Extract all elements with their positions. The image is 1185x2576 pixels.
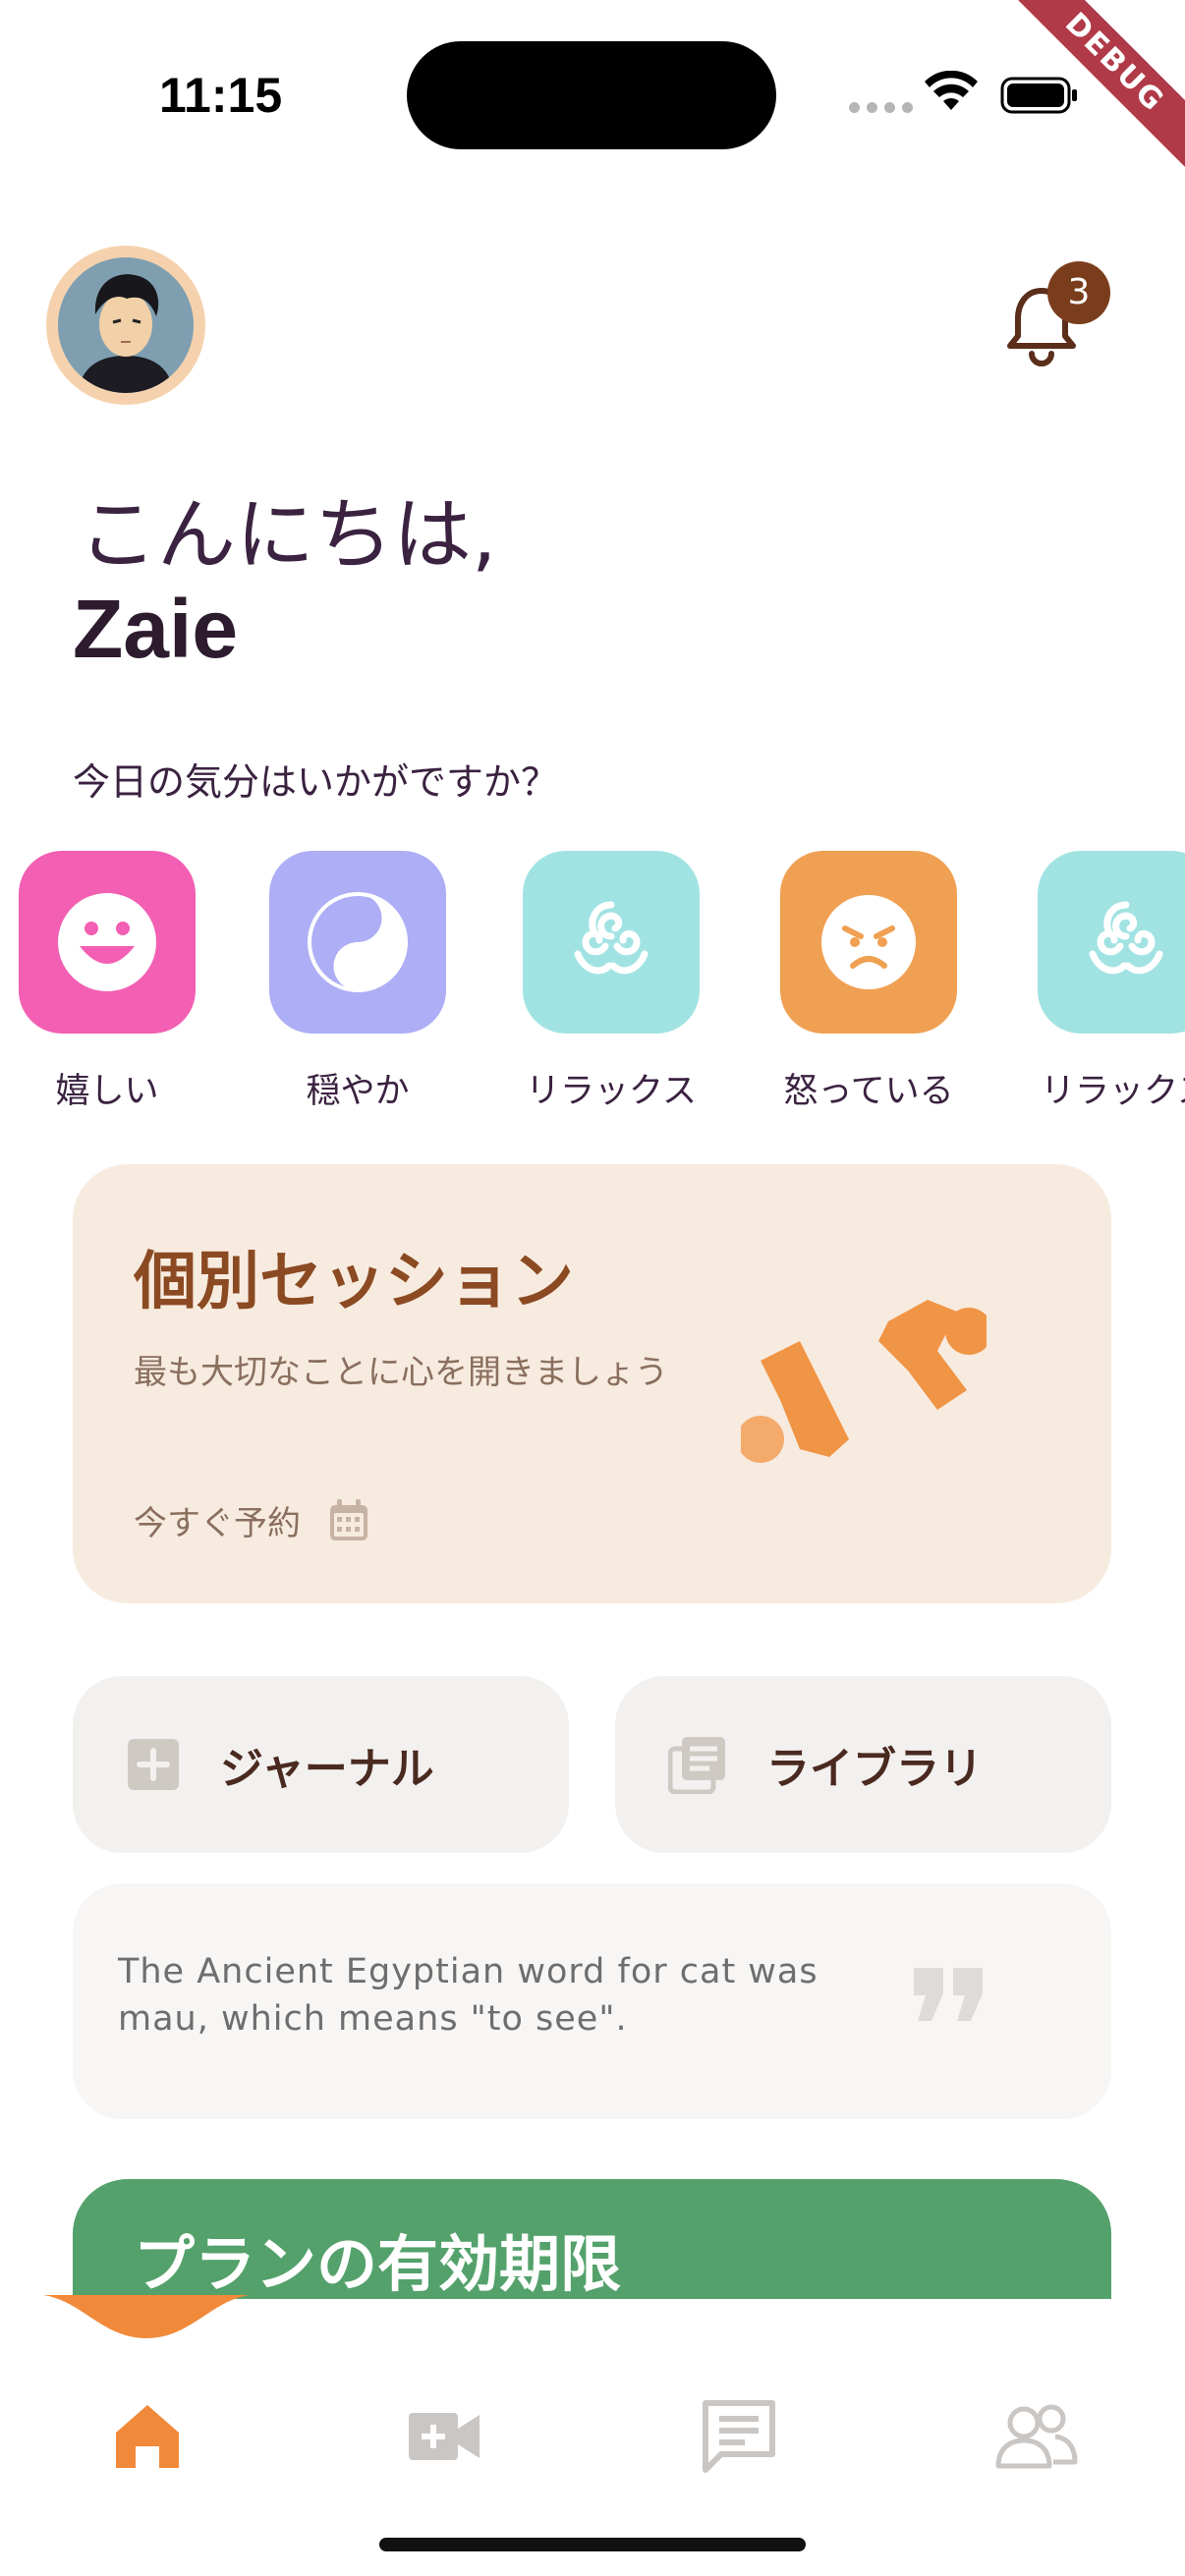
- mood-tile: [269, 851, 446, 1034]
- mood-tile: [780, 851, 957, 1034]
- mood-label: 嬉しい: [55, 1072, 159, 1111]
- avatar[interactable]: [46, 246, 205, 405]
- plan-title: プランの有効期限: [134, 2228, 622, 2300]
- mood-tile: [523, 851, 700, 1034]
- greeting-text: こんにちは,: [79, 489, 497, 581]
- mood-tile: [1038, 851, 1185, 1034]
- smile-face-icon: [58, 893, 156, 991]
- mood-label: 怒っている: [783, 1072, 954, 1111]
- bottom-navigation: [0, 2295, 1185, 2576]
- people-talking-illustration: [741, 1300, 987, 1463]
- session-title: 個別セッション: [134, 1246, 574, 1318]
- triple-spiral-icon: [574, 901, 649, 975]
- cellular-signal-icon: [849, 102, 913, 113]
- status-time: 11:15: [159, 68, 283, 123]
- journal-button[interactable]: ジャーナル: [73, 1676, 569, 1853]
- status-bar: 11:15 DEBUG: [0, 0, 1185, 187]
- session-subtitle: 最も大切なことに心を開きましょう: [134, 1353, 668, 1392]
- mood-question: 今日の気分はいかがですか？: [73, 760, 559, 804]
- mood-label: リラックス: [1041, 1072, 1185, 1111]
- chat-icon[interactable]: [700, 2397, 778, 2476]
- wifi-icon: [925, 71, 978, 110]
- quote-icon: [914, 1968, 983, 2021]
- mood-item-angry[interactable]: 怒っている: [780, 851, 957, 1113]
- book-now-link[interactable]: 今すぐ予約: [134, 1496, 369, 1544]
- username: Zaie: [73, 583, 239, 675]
- journal-label: ジャーナル: [220, 1744, 434, 1794]
- dynamic-island: [407, 41, 776, 149]
- community-icon[interactable]: [994, 2397, 1079, 2476]
- library-label: ライブラリ: [766, 1744, 983, 1794]
- home-icon[interactable]: [108, 2397, 187, 2476]
- home-indicator[interactable]: [379, 2538, 806, 2551]
- quote-text: The Ancient Egyptian word for cat was ma…: [118, 1952, 818, 2039]
- mood-item-relax-2[interactable]: リラックス: [1038, 851, 1185, 1113]
- triple-spiral-icon: [1089, 901, 1163, 975]
- mood-label: 穏やか: [306, 1072, 410, 1111]
- calendar-icon: [330, 1498, 367, 1540]
- angry-face-icon: [821, 895, 916, 989]
- individual-session-card[interactable]: 個別セッション 最も大切なことに心を開きましょう 今すぐ予約: [73, 1164, 1111, 1603]
- yin-yang-icon: [308, 892, 408, 992]
- battery-icon: [1000, 77, 1077, 114]
- mood-item-relax[interactable]: リラックス: [523, 851, 700, 1113]
- book-now-label: 今すぐ予約: [134, 1504, 301, 1543]
- mood-label: リラックス: [526, 1072, 697, 1111]
- add-note-icon: [128, 1739, 179, 1790]
- mood-item-happy[interactable]: 嬉しい: [19, 851, 196, 1113]
- avatar-image: [58, 257, 194, 393]
- library-button[interactable]: ライブラリ: [615, 1676, 1111, 1853]
- avatar-illustration: [58, 257, 194, 393]
- notification-badge: 3: [1047, 261, 1110, 324]
- mood-item-calm[interactable]: 穏やか: [269, 851, 446, 1113]
- video-call-icon[interactable]: [405, 2397, 483, 2476]
- active-tab-indicator: [43, 2295, 250, 2338]
- library-icon: [668, 1737, 725, 1794]
- mood-tile: [19, 851, 196, 1034]
- fact-quote-card: The Ancient Egyptian word for cat was ma…: [73, 1883, 1111, 2119]
